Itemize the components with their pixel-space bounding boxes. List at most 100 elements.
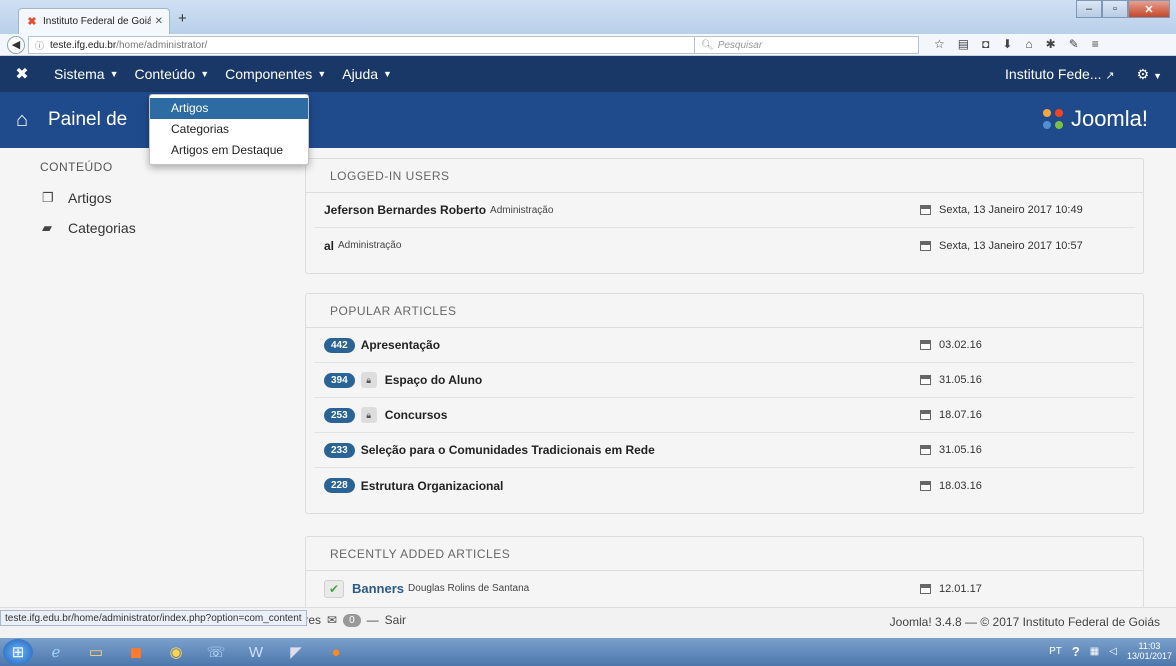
login-date: Sexta, 13 Janeiro 2017 10:49 [939, 204, 1083, 216]
download-icon[interactable]: ⬇ [1002, 37, 1012, 51]
home-browser-icon[interactable]: ⌂ [1025, 37, 1032, 51]
article-date: 18.03.16 [939, 479, 982, 492]
back-icon[interactable]: ◀ [7, 35, 25, 54]
network-icon[interactable]: ▦ [1090, 646, 1099, 657]
calendar-icon [920, 445, 931, 455]
table-row: al Administração Sexta, 13 Janeiro 2017 … [314, 228, 1135, 263]
chrome-icon[interactable]: ◉ [159, 640, 193, 664]
menu-label: Conteúdo [134, 66, 196, 82]
menu-label: Sistema [54, 66, 105, 82]
calendar-icon [920, 340, 931, 350]
brand-text: Joomla! [1070, 106, 1148, 131]
table-row: Jeferson Bernardes Roberto Administração… [314, 193, 1135, 228]
caret-down-icon: ▼ [200, 69, 210, 79]
bookmark-star-icon[interactable]: ☆ [934, 37, 945, 51]
browser-search-input[interactable]: 🔍︎ Pesquisar [694, 36, 919, 54]
search-placeholder: Pesquisar [717, 39, 763, 51]
article-title[interactable]: Estrutura Organizacional [361, 479, 504, 493]
published-check-icon[interactable]: ✔ [324, 579, 344, 598]
dropdown-item-artigos[interactable]: Artigos [150, 98, 308, 119]
calendar-icon [920, 240, 931, 251]
article-title[interactable]: Banners [352, 581, 404, 596]
site-link[interactable]: Instituto Fede... ↗ [1005, 66, 1115, 82]
url-path: /home/administrator/ [116, 39, 208, 51]
logout-link[interactable]: Sair [385, 613, 406, 627]
joomla-logo-icon[interactable]: ✖ [12, 64, 32, 84]
article-title[interactable]: Concursos [385, 408, 448, 422]
article-title[interactable]: Espaço do Aluno [385, 373, 483, 387]
caret-down-icon: ▼ [109, 69, 119, 79]
maximize-icon[interactable]: ▫ [1102, 0, 1128, 18]
firefox-icon[interactable]: ● [319, 640, 353, 664]
login-date: Sexta, 13 Janeiro 2017 10:57 [939, 239, 1083, 252]
minimize-icon[interactable]: – [1076, 0, 1102, 18]
word-icon[interactable]: W [239, 640, 273, 664]
internet-explorer-icon[interactable]: ℯ [39, 640, 73, 664]
help-icon[interactable]: ? [1072, 644, 1080, 659]
skype-icon[interactable]: ☏ [199, 640, 233, 664]
dropdown-item-categorias[interactable]: Categorias [150, 119, 308, 140]
article-title[interactable]: Apresentação [361, 338, 440, 352]
table-row: 233 Seleção para o Comunidades Tradicion… [314, 433, 1135, 468]
caret-down-icon: ▼ [317, 69, 327, 79]
close-tab-icon[interactable]: ✕ [155, 16, 163, 27]
article-date: 31.05.16 [939, 444, 982, 456]
info-icon[interactable]: ⓘ [35, 39, 44, 52]
browser-titlebar: ✖ Instituto Federal de Goiás -... ✕ + – … [0, 0, 1176, 34]
caret-down-icon: ▼ [1153, 70, 1162, 81]
article-title[interactable]: Seleção para o Comunidades Tradicionais … [361, 443, 655, 457]
extension-icon[interactable]: ✱ [1046, 37, 1056, 51]
address-bar[interactable]: ⓘ teste.ifg.edu.br/home/administrator/ ↻ [28, 36, 714, 54]
media-icon[interactable]: ◤ [279, 640, 313, 664]
calendar-icon [920, 480, 931, 491]
table-row: ✔ Banners Douglas Rolins de Santana 12.0… [314, 571, 1135, 606]
calendar-icon [920, 583, 931, 594]
menu-componentes[interactable]: Componentes ▼ [225, 66, 326, 82]
clock[interactable]: 11:03 13/01/2017 [1127, 641, 1172, 661]
close-window-icon[interactable]: ✕ [1128, 0, 1170, 18]
article-author: Douglas Rolins de Santana [408, 583, 530, 594]
tools-icon[interactable]: ✎ [1069, 37, 1079, 51]
joomla-mark-icon [1039, 105, 1067, 133]
reading-list-icon[interactable]: ▤ [958, 37, 969, 51]
message-count-badge[interactable]: 0 [343, 613, 361, 627]
tab-title: Instituto Federal de Goiás -... [43, 16, 151, 27]
joomla-favicon-icon: ✖ [27, 16, 37, 28]
table-row: 228 Estrutura Organizacional 18.03.16 [314, 468, 1135, 503]
menu-icon[interactable]: ≡ [1092, 37, 1099, 51]
browser-toolbar-icons: ☆ ▤ ◘ ⬇ ⌂ ✱ ✎ ≡ [934, 37, 1099, 51]
clock-date: 13/01/2017 [1126, 651, 1172, 661]
browser-tab[interactable]: ✖ Instituto Federal de Goiás -... ✕ [18, 8, 170, 34]
menu-ajuda[interactable]: Ajuda ▼ [342, 66, 392, 82]
file-explorer-icon[interactable]: ▭ [79, 640, 113, 664]
dropdown-item-artigos-destaque[interactable]: Artigos em Destaque [150, 140, 308, 161]
sidebar-item-label: Artigos [68, 190, 112, 206]
menu-conteudo[interactable]: Conteúdo ▼ [135, 66, 210, 82]
pocket-icon[interactable]: ◘ [982, 37, 989, 51]
sidebar-item-label: Categorias [68, 220, 136, 236]
volume-icon[interactable]: ◁ [1109, 646, 1117, 657]
settings-menu[interactable]: ⚙ ▼ [1137, 66, 1162, 83]
admin-status-bar: dores ✉ 0 — Sair Joomla! 3.4.8 — © 2017 … [0, 607, 1176, 638]
article-date: 18.07.16 [939, 409, 982, 421]
calendar-icon [920, 205, 931, 215]
language-indicator[interactable]: PT [1049, 646, 1062, 657]
menu-label: Componentes [225, 66, 313, 82]
sidebar-item-categorias[interactable]: ▰ Categorias [40, 220, 280, 236]
status-left: dores ✉ 0 — Sair [291, 613, 406, 627]
user-name[interactable]: Jeferson Bernardes Roberto [324, 203, 486, 217]
mail-icon: ✉ [327, 613, 338, 627]
office-icon[interactable]: ◼ [119, 640, 153, 664]
article-date: 31.05.16 [939, 374, 982, 386]
sidebar-item-artigos[interactable]: ❐ Artigos [40, 190, 280, 206]
hits-badge: 442 [324, 337, 355, 353]
user-role: Administração [338, 240, 402, 251]
hits-badge: 233 [324, 442, 355, 458]
user-name[interactable]: al [324, 239, 334, 253]
new-tab-icon[interactable]: + [178, 10, 187, 27]
menu-label: Ajuda [342, 66, 379, 82]
page-title: Painel de [48, 109, 128, 130]
joomla-brand-logo: Joomla! [1039, 105, 1148, 133]
windows-start-icon[interactable]: ⊞ [3, 639, 33, 665]
menu-sistema[interactable]: Sistema ▼ [54, 66, 119, 82]
